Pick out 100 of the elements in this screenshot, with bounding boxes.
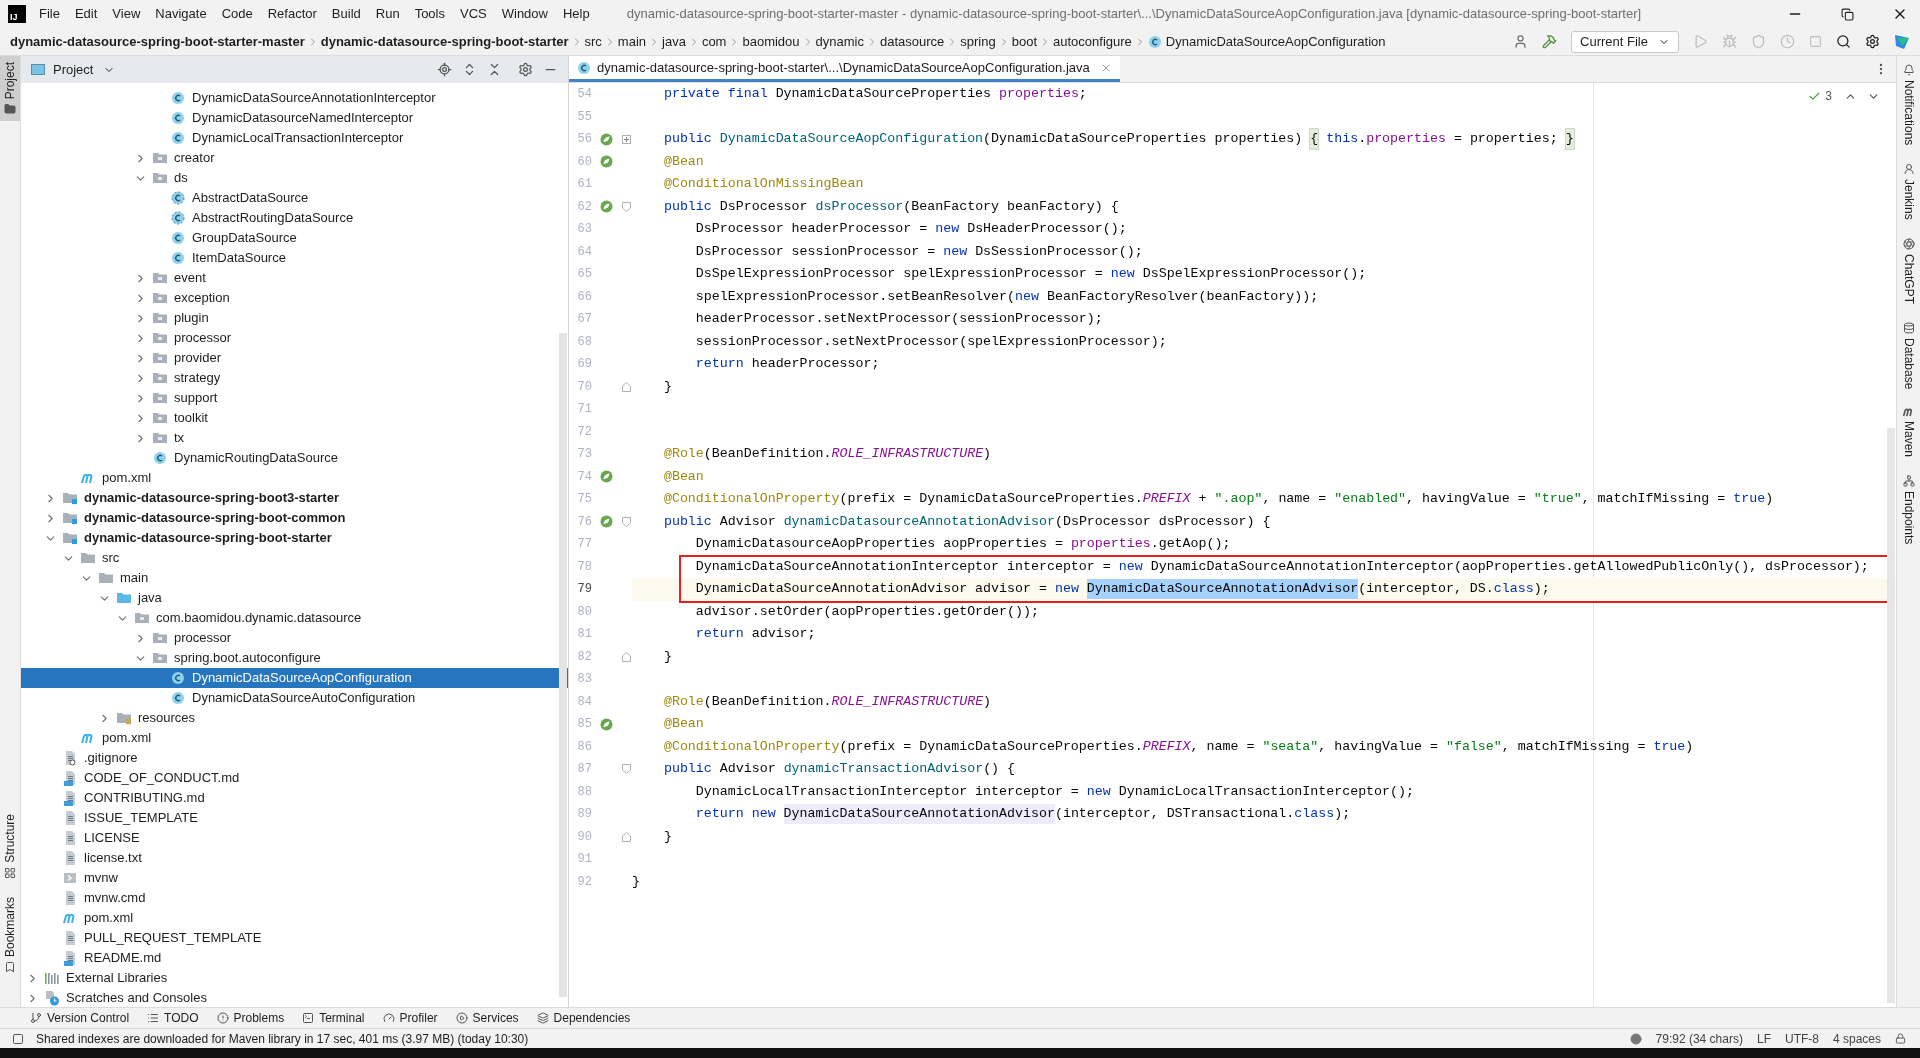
menu-item[interactable]: VCS bbox=[459, 4, 488, 24]
tree-item[interactable]: ds bbox=[21, 168, 568, 188]
bean-gutter-icon[interactable] bbox=[599, 515, 613, 529]
breadcrumb-item[interactable]: autoconfigure bbox=[1053, 31, 1132, 52]
line-separator[interactable]: LF bbox=[1756, 1029, 1771, 1048]
tree-item[interactable]: LICENSE bbox=[21, 828, 568, 848]
indent-setting[interactable]: 4 spaces bbox=[1832, 1029, 1881, 1048]
restore-icon[interactable] bbox=[1841, 7, 1854, 21]
bean-gutter-icon[interactable] bbox=[599, 132, 613, 146]
tool-window-tab[interactable]: Notifications bbox=[1899, 62, 1918, 148]
breadcrumb-item[interactable]: java bbox=[662, 31, 686, 52]
menu-item[interactable]: Refactor bbox=[266, 4, 318, 24]
breadcrumb-item[interactable]: main bbox=[617, 31, 647, 52]
locate-icon[interactable] bbox=[437, 62, 452, 77]
tree-item[interactable]: GroupDataSource bbox=[21, 228, 568, 248]
tree-item[interactable]: plugin bbox=[21, 308, 568, 328]
hammer-icon[interactable] bbox=[1542, 34, 1558, 49]
tree-item[interactable]: pom.xml bbox=[21, 468, 568, 488]
bean-gutter-icon[interactable] bbox=[599, 200, 613, 214]
breadcrumb-item[interactable]: dynamic-datasource-spring-boot-starter-master bbox=[10, 31, 305, 52]
tool-window-tab[interactable]: Structure bbox=[0, 810, 20, 883]
tool-window-button[interactable]: Dependencies bbox=[536, 1009, 631, 1027]
tree-item[interactable]: AbstractRoutingDataSource bbox=[21, 208, 568, 228]
tree-item[interactable]: CODE_OF_CONDUCT.md bbox=[21, 768, 568, 788]
menu-item[interactable]: View bbox=[111, 4, 142, 24]
lock-icon[interactable] bbox=[1895, 1033, 1906, 1044]
tree-item[interactable]: pom.xml bbox=[21, 728, 568, 748]
breadcrumb-item[interactable]: com bbox=[701, 31, 727, 52]
tree-item[interactable]: Scratches and Consoles bbox=[21, 988, 568, 1007]
fold-start-icon[interactable] bbox=[621, 201, 631, 212]
tree-item[interactable]: CONTRIBUTING.md bbox=[21, 788, 568, 808]
editor-tab[interactable]: dynamic-datasource-spring-boot-starter\...\DynamicDataSourceAopConfiguration.java bbox=[569, 56, 1120, 82]
tree-item[interactable]: AbstractDataSource bbox=[21, 188, 568, 208]
tree-item[interactable]: provider bbox=[21, 348, 568, 368]
tree-item[interactable]: ItemDataSource bbox=[21, 248, 568, 268]
tree-item[interactable]: mvnw bbox=[21, 868, 568, 888]
tree-item[interactable]: toolkit bbox=[21, 408, 568, 428]
menu-item[interactable]: Window bbox=[500, 4, 549, 24]
breadcrumb-item[interactable]: dynamic bbox=[815, 31, 864, 52]
tool-window-tab[interactable]: Jenkins bbox=[1899, 161, 1918, 223]
fold-start-icon[interactable] bbox=[621, 764, 631, 775]
tree-item[interactable]: .gitignore bbox=[21, 748, 568, 768]
tree-item[interactable]: DynamicRoutingDataSource bbox=[21, 448, 568, 468]
breadcrumb-item[interactable]: spring bbox=[960, 31, 996, 52]
tool-window-tab[interactable]: Bookmarks bbox=[0, 892, 20, 977]
fold-end-icon[interactable] bbox=[621, 831, 631, 842]
fold-expand-icon[interactable] bbox=[621, 134, 631, 144]
tree-item[interactable]: pom.xml bbox=[21, 908, 568, 928]
bean-gutter-icon[interactable] bbox=[599, 717, 613, 731]
tree-item[interactable]: ISSUE_TEMPLATE bbox=[21, 808, 568, 828]
project-view-dropdown[interactable]: Project bbox=[53, 59, 116, 80]
tool-window-button[interactable]: TODO bbox=[147, 1009, 199, 1027]
tree-item[interactable]: java bbox=[21, 588, 568, 608]
breadcrumb-item[interactable]: baomidou bbox=[742, 31, 800, 52]
tool-window-tab[interactable]: Database bbox=[1899, 320, 1918, 392]
search-icon[interactable] bbox=[1836, 34, 1851, 49]
fold-end-icon[interactable] bbox=[621, 651, 631, 662]
menu-item[interactable]: Help bbox=[561, 4, 591, 24]
tree-item[interactable]: processor bbox=[21, 328, 568, 348]
run-configuration-dropdown[interactable]: Current File bbox=[1571, 30, 1679, 53]
menu-item[interactable]: Code bbox=[220, 4, 254, 24]
tool-window-tab[interactable]: Endpoints bbox=[1899, 473, 1918, 547]
breadcrumb-item[interactable]: dynamic-datasource-spring-boot-starter bbox=[320, 31, 569, 52]
tree-item[interactable]: event bbox=[21, 268, 568, 288]
menu-item[interactable]: File bbox=[38, 4, 61, 24]
tree-item[interactable]: tx bbox=[21, 428, 568, 448]
breadcrumb-item[interactable]: boot bbox=[1011, 31, 1038, 52]
menu-item[interactable]: Edit bbox=[73, 4, 99, 24]
menu-item[interactable]: Run bbox=[374, 4, 401, 24]
user-icon[interactable] bbox=[1513, 34, 1529, 49]
tool-window-button[interactable]: Version Control bbox=[30, 1009, 130, 1027]
tool-window-tab[interactable]: ChatGPT bbox=[1899, 236, 1918, 307]
tree-item[interactable]: External Libraries bbox=[21, 968, 568, 988]
fold-start-icon[interactable] bbox=[621, 516, 631, 527]
tree-item[interactable]: creator bbox=[21, 148, 568, 168]
tree-item[interactable]: mvnw.cmd bbox=[21, 888, 568, 908]
tree-item[interactable]: com.baomidou.dynamic.datasource bbox=[21, 608, 568, 628]
tree-item[interactable]: PULL_REQUEST_TEMPLATE bbox=[21, 928, 568, 948]
tree-item[interactable]: DynamicDataSourceAnnotationInterceptor bbox=[21, 88, 568, 108]
tree-item[interactable]: processor bbox=[21, 628, 568, 648]
tree-item[interactable]: support bbox=[21, 388, 568, 408]
tree-item[interactable]: DynamicDataSourceAutoConfiguration bbox=[21, 688, 568, 708]
tool-window-button[interactable]: Problems bbox=[216, 1009, 285, 1027]
menu-item[interactable]: Navigate bbox=[154, 4, 208, 24]
tree-item[interactable]: dynamic-datasource-spring-boot3-starter bbox=[21, 488, 568, 508]
breadcrumb-item[interactable]: DynamicDataSourceAopConfiguration bbox=[1147, 31, 1386, 52]
breadcrumb-item[interactable]: datasource bbox=[880, 31, 945, 52]
fold-end-icon[interactable] bbox=[621, 381, 631, 392]
scrollbar-thumb[interactable] bbox=[1887, 428, 1895, 1003]
tree-item[interactable]: strategy bbox=[21, 368, 568, 388]
tool-window-tab[interactable]: Maven bbox=[1899, 405, 1918, 460]
bean-gutter-icon[interactable] bbox=[599, 155, 613, 169]
tree-item[interactable]: dynamic-datasource-spring-boot-starter bbox=[21, 528, 568, 548]
tree-item[interactable]: dynamic-datasource-spring-boot-common bbox=[21, 508, 568, 528]
bean-gutter-icon[interactable] bbox=[599, 470, 613, 484]
tree-item[interactable]: DynamicLocalTransactionInterceptor bbox=[21, 128, 568, 148]
tree-item[interactable]: exception bbox=[21, 288, 568, 308]
tree-item[interactable]: README.md bbox=[21, 948, 568, 968]
tree-item[interactable]: DynamicDatasourceNamedInterceptor bbox=[21, 108, 568, 128]
tree-item[interactable]: DynamicDataSourceAopConfiguration bbox=[21, 668, 568, 688]
